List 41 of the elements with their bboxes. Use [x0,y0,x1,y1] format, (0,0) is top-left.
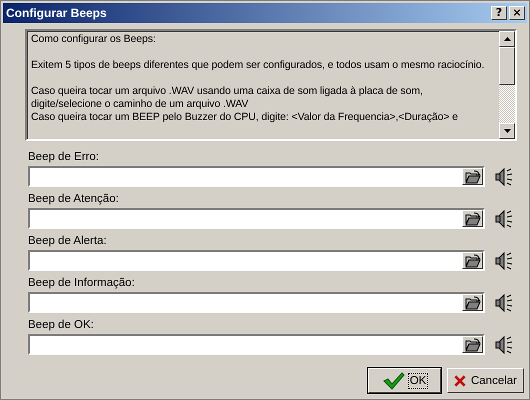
browse-button[interactable] [462,294,483,311]
folder-icon [464,296,480,310]
path-field[interactable] [28,334,485,355]
up-arrow-icon [504,37,510,41]
folder-icon [464,170,480,184]
ok-button[interactable]: OK [368,368,441,393]
path-field[interactable] [28,166,485,187]
browse-button[interactable] [462,210,483,227]
help-button[interactable]: ? [491,6,507,20]
window-title: Configurar Beeps [6,6,107,20]
folder-icon [464,338,480,352]
scroll-down-button[interactable] [499,123,515,139]
speaker-icon[interactable] [494,250,514,270]
path-field[interactable] [28,292,485,313]
field-label: Beep de Informação: [28,277,136,290]
path-field[interactable] [28,250,485,271]
down-arrow-icon [504,129,510,133]
help-paragraph: Exitem 5 tipos de beeps diferentes que podem ser configurados, e todos usam o mesmo raciocínio. [31,59,486,72]
scroll-thumb[interactable] [499,47,515,85]
speaker-icon[interactable] [494,208,514,228]
field-label: Beep de Atenção: [28,193,120,206]
speaker-icon[interactable] [494,292,514,312]
path-field[interactable] [28,208,485,229]
folder-icon [464,254,480,268]
field-label: Beep de Erro: [28,151,100,164]
field-label: Beep de Alerta: [28,235,108,248]
checkmark-icon [382,372,405,390]
cancel-button[interactable]: Cancelar [447,368,524,393]
browse-button[interactable] [462,168,483,185]
field-label: Beep de OK: [28,319,95,332]
close-button[interactable]: × [509,6,525,20]
browse-button[interactable] [462,336,483,353]
help-paragraph: Como configurar os Beeps: [31,33,157,46]
speaker-icon[interactable] [494,166,514,186]
speaker-icon[interactable] [494,334,514,354]
scroll-up-button[interactable] [499,31,515,47]
scrollbar[interactable] [499,31,515,139]
help-paragraph: Caso queira tocar um arquivo .WAV usando uma caixa de som ligada à placa de som, digite/selecione o caminho de um arquivo .WAV Caso queira tocar um BEEP pelo Buzzer do CPU, digite: <Valor da Frequencia>,<Duração> e [31,85,459,124]
browse-button[interactable] [462,252,483,269]
folder-icon [464,212,480,226]
help-text-box[interactable] [25,29,517,141]
